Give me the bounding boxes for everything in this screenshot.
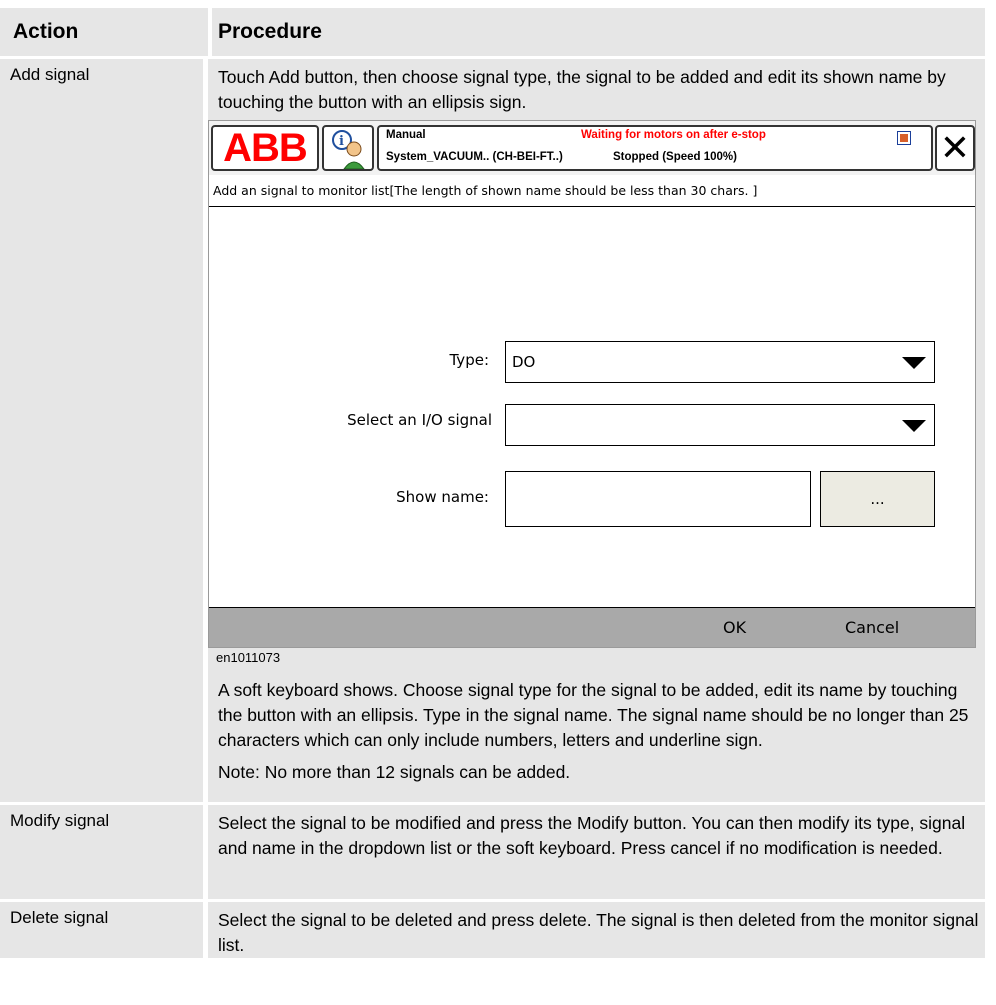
svg-text:i: i bbox=[339, 134, 344, 149]
status-state: Stopped (Speed 100%) bbox=[613, 151, 737, 163]
dialog-title: Add an signal to monitor list[The length… bbox=[209, 177, 975, 207]
header-action: Action bbox=[13, 20, 79, 43]
flexpendant-top-bar: ABB i Manual Waiting for motors on after… bbox=[209, 121, 975, 175]
ok-button[interactable]: OK bbox=[723, 618, 783, 637]
close-button[interactable]: ✕ bbox=[935, 125, 975, 171]
dropdown-arrow-icon bbox=[902, 357, 926, 369]
row-add-signal-details: A soft keyboard shows. Choose signal typ… bbox=[208, 672, 985, 802]
ellipsis-button[interactable]: ... bbox=[820, 471, 935, 527]
table-header: Action Procedure bbox=[0, 8, 985, 56]
row-modify-signal-action: Modify signal bbox=[0, 805, 203, 899]
flexpendant-screenshot: ABB i Manual Waiting for motors on after… bbox=[208, 120, 976, 648]
header-divider bbox=[208, 8, 212, 56]
type-dropdown-value: DO bbox=[512, 353, 536, 371]
figure-caption: en1011073 bbox=[216, 650, 281, 665]
status-mode: Manual bbox=[386, 129, 426, 141]
status-bar[interactable]: Manual Waiting for motors on after e-sto… bbox=[377, 125, 933, 171]
command-bar: OK Cancel bbox=[209, 607, 975, 647]
event-log-button[interactable]: i bbox=[322, 125, 374, 171]
show-name-input[interactable] bbox=[505, 471, 811, 527]
operator-info-icon: i bbox=[332, 130, 365, 170]
abb-logo: ABB bbox=[223, 126, 308, 170]
header-procedure: Procedure bbox=[218, 20, 322, 43]
row-add-signal-note: Note: No more than 12 signals can be add… bbox=[218, 762, 571, 782]
signal-dropdown[interactable] bbox=[505, 404, 935, 446]
type-dropdown[interactable]: DO bbox=[505, 341, 935, 383]
signal-label: Select an I/O signal bbox=[347, 411, 492, 429]
quickset-icon bbox=[897, 131, 911, 145]
procedure-table: Action Procedure Add signal Touch Add bu… bbox=[0, 0, 996, 1005]
dropdown-arrow-icon bbox=[902, 420, 926, 432]
close-icon: ✕ bbox=[939, 127, 971, 168]
row-delete-signal-action: Delete signal bbox=[0, 902, 203, 958]
status-system: System_VACUUM.. (CH-BEI-FT..) bbox=[386, 151, 563, 163]
abb-menu-button[interactable]: ABB bbox=[211, 125, 319, 171]
show-name-label: Show name: bbox=[396, 488, 489, 506]
cancel-button[interactable]: Cancel bbox=[845, 618, 935, 637]
row-add-signal-intro: Touch Add button, then choose signal typ… bbox=[208, 59, 985, 120]
row-add-signal-description: A soft keyboard shows. Choose signal typ… bbox=[218, 680, 969, 750]
type-label: Type: bbox=[449, 351, 489, 369]
row-add-signal-action: Add signal bbox=[0, 59, 203, 802]
row-delete-signal-procedure: Select the signal to be deleted and pres… bbox=[208, 902, 985, 958]
status-warning: Waiting for motors on after e-stop bbox=[581, 129, 766, 141]
row-modify-signal-procedure: Select the signal to be modified and pre… bbox=[208, 805, 985, 899]
